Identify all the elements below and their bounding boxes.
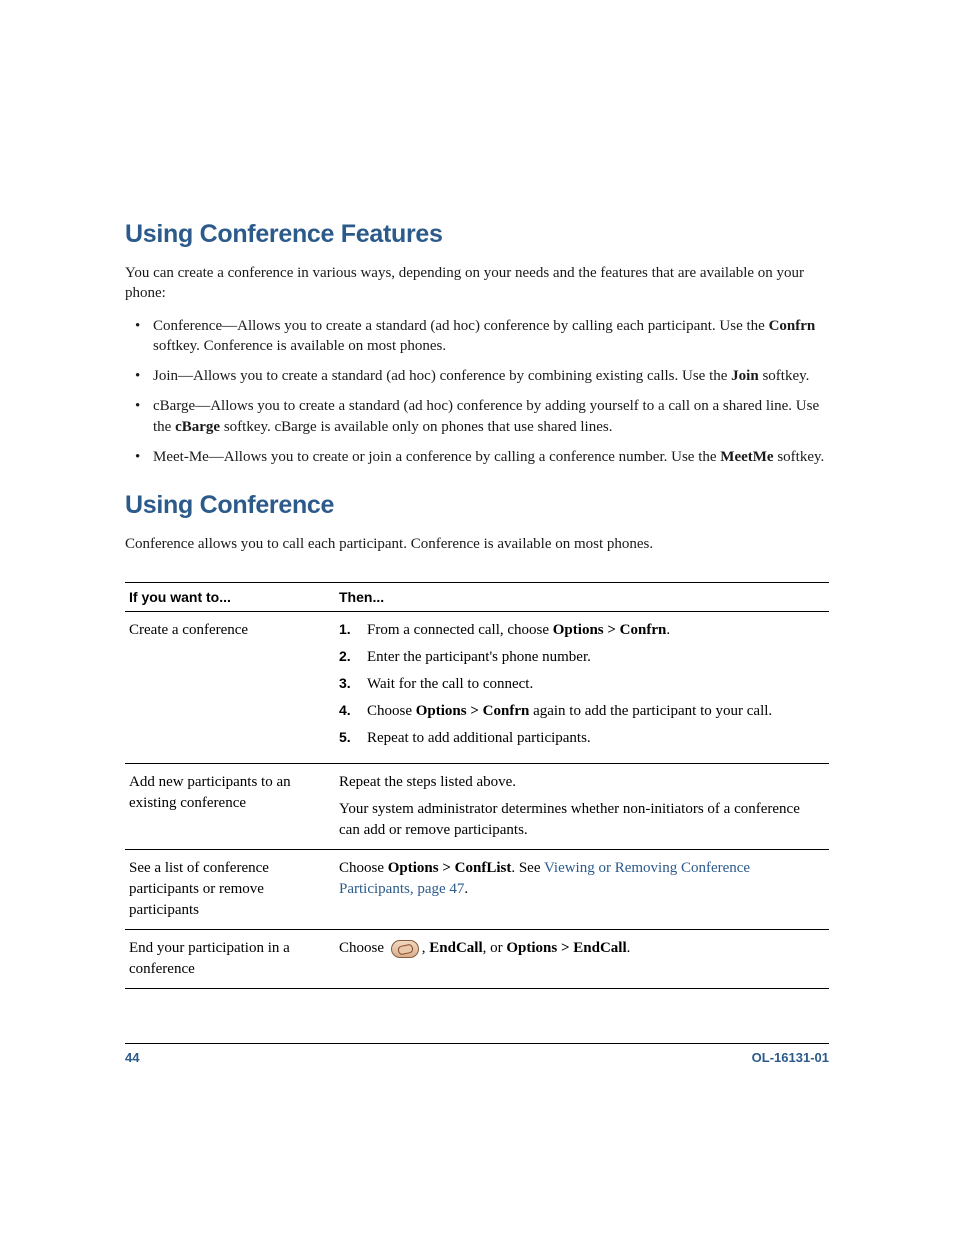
- task-cell: Add new participants to an existing conf…: [125, 764, 335, 850]
- bullet-text: Conference—Allows you to create a standa…: [153, 318, 769, 334]
- menu-path: Options > Confrn: [416, 703, 530, 719]
- bullet-text: softkey. cBarge is available only on pho…: [220, 419, 612, 435]
- bullet-text: softkey.: [759, 368, 810, 384]
- bullet-text: softkey. Conference is available on most…: [153, 338, 446, 354]
- softkey-name: MeetMe: [720, 449, 773, 465]
- step-text: Wait for the call to connect.: [367, 676, 533, 692]
- heading-using-conference: Using Conference: [125, 491, 829, 520]
- document-page: Using Conference Features You can create…: [0, 0, 954, 1235]
- step-item: Enter the participant's phone number.: [339, 647, 823, 668]
- table-row: Add new participants to an existing conf…: [125, 764, 829, 850]
- table-row: See a list of conference participants or…: [125, 850, 829, 930]
- end-call-icon: [391, 940, 419, 958]
- step-text: .: [666, 622, 670, 638]
- step-text: From a connected call, choose: [367, 622, 553, 638]
- softkey-name: Confrn: [769, 318, 816, 334]
- step-text: Choose: [367, 703, 416, 719]
- action-cell: From a connected call, choose Options > …: [335, 612, 829, 764]
- action-text: , or: [483, 940, 507, 956]
- procedure-table: If you want to... Then... Create a confe…: [125, 582, 829, 989]
- page-number: 44: [125, 1050, 139, 1065]
- action-text: .: [627, 940, 631, 956]
- list-item: Join—Allows you to create a standard (ad…: [153, 366, 829, 386]
- page-footer: 44 OL-16131-01: [125, 1043, 829, 1065]
- step-item: Choose Options > Confrn again to add the…: [339, 701, 823, 722]
- task-cell: End your participation in a conference: [125, 930, 335, 989]
- list-item: cBarge—Allows you to create a standard (…: [153, 396, 829, 437]
- softkey-name: Join: [731, 368, 759, 384]
- action-text: .: [464, 881, 468, 897]
- action-cell: Choose Options > ConfList. See Viewing o…: [335, 850, 829, 930]
- table-header-then: Then...: [335, 583, 829, 612]
- step-item: Repeat to add additional participants.: [339, 728, 823, 749]
- action-text: Choose: [339, 860, 388, 876]
- table-header-if: If you want to...: [125, 583, 335, 612]
- action-cell: Choose , EndCall, or Options > EndCall.: [335, 930, 829, 989]
- feature-bullet-list: Conference—Allows you to create a standa…: [125, 316, 829, 468]
- step-item: From a connected call, choose Options > …: [339, 620, 823, 641]
- action-text: Your system administrator determines whe…: [339, 799, 823, 841]
- list-item: Conference—Allows you to create a standa…: [153, 316, 829, 357]
- heading-using-conference-features: Using Conference Features: [125, 220, 829, 249]
- task-cell: Create a conference: [125, 612, 335, 764]
- bullet-text: Meet-Me—Allows you to create or join a c…: [153, 449, 720, 465]
- action-text: Repeat the steps listed above.: [339, 772, 823, 793]
- document-id: OL-16131-01: [752, 1050, 829, 1065]
- action-text: . See: [511, 860, 544, 876]
- menu-path: Options > ConfList: [388, 860, 512, 876]
- softkey-name: cBarge: [175, 419, 220, 435]
- task-cell: See a list of conference participants or…: [125, 850, 335, 930]
- menu-path: Options > EndCall: [506, 940, 626, 956]
- step-text: Repeat to add additional participants.: [367, 730, 591, 746]
- intro-paragraph: You can create a conference in various w…: [125, 263, 829, 304]
- step-text: Enter the participant's phone number.: [367, 649, 591, 665]
- conference-intro: Conference allows you to call each parti…: [125, 534, 829, 554]
- list-item: Meet-Me—Allows you to create or join a c…: [153, 447, 829, 467]
- action-text: Choose: [339, 940, 388, 956]
- menu-path: Options > Confrn: [553, 622, 667, 638]
- table-row: End your participation in a conference C…: [125, 930, 829, 989]
- step-list: From a connected call, choose Options > …: [339, 620, 823, 749]
- action-cell: Repeat the steps listed above. Your syst…: [335, 764, 829, 850]
- bullet-text: Join—Allows you to create a standard (ad…: [153, 368, 731, 384]
- bullet-text: softkey.: [774, 449, 825, 465]
- softkey-name: EndCall: [429, 940, 482, 956]
- step-text: again to add the participant to your cal…: [529, 703, 772, 719]
- step-item: Wait for the call to connect.: [339, 674, 823, 695]
- table-row: Create a conference From a connected cal…: [125, 612, 829, 764]
